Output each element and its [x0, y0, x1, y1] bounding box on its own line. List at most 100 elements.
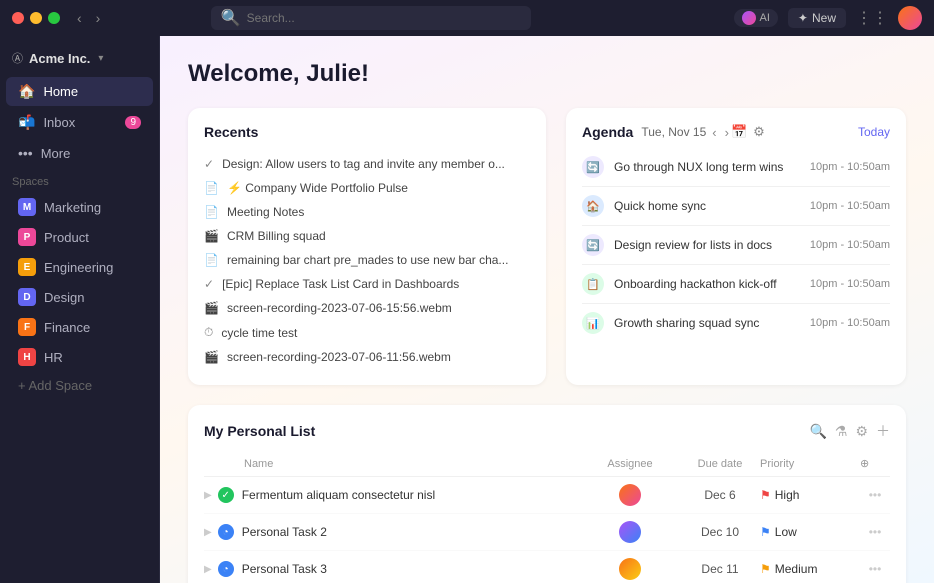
list-item[interactable]: ⏱ cycle time test: [204, 320, 530, 345]
list-item[interactable]: 🎬 screen-recording-2023-07-06-11:56.webm: [204, 345, 530, 369]
agenda-event[interactable]: 📊 Growth sharing squad sync 10pm - 10:50…: [582, 304, 890, 342]
close-button[interactable]: [12, 12, 24, 24]
column-header-priority: Priority: [760, 458, 860, 470]
sidebar-item-design[interactable]: D Design: [6, 283, 153, 311]
event-icon: 📋: [582, 273, 604, 295]
list-item[interactable]: 🎬 screen-recording-2023-07-06-15:56.webm: [204, 296, 530, 320]
sidebar-item-home[interactable]: 🏠 Home: [6, 77, 153, 106]
recents-card: Recents ✓ Design: Allow users to tag and…: [188, 108, 546, 385]
recent-item-text: screen-recording-2023-07-06-15:56.webm: [227, 301, 452, 315]
workspace-name: Acme Inc.: [29, 51, 90, 66]
list-actions: 🔍 ⚗ ⚙ ＋: [809, 421, 890, 441]
list-item[interactable]: ✓ [Epic] Replace Task List Card in Dashb…: [204, 272, 530, 296]
task-due-date: Dec 10: [680, 525, 760, 539]
search-bar[interactable]: 🔍: [211, 6, 531, 30]
sidebar-item-engineering[interactable]: E Engineering: [6, 253, 153, 281]
task-icon: ✓: [204, 157, 214, 171]
agenda-title: Agenda: [582, 124, 633, 140]
task-more-button[interactable]: •••: [860, 562, 890, 576]
sidebar-item-product[interactable]: P Product: [6, 223, 153, 251]
event-time: 10pm - 10:50am: [810, 161, 890, 173]
maximize-button[interactable]: [48, 12, 60, 24]
filter-button[interactable]: ⚗: [835, 423, 848, 440]
task-more-button[interactable]: •••: [860, 525, 890, 539]
expand-icon[interactable]: ▶: [204, 490, 212, 501]
grid-icon[interactable]: ⋮⋮: [856, 8, 888, 28]
sidebar-item-inbox[interactable]: 📬 Inbox 9: [6, 108, 153, 137]
agenda-calendar-icon[interactable]: 📅: [731, 124, 747, 140]
space-label: Product: [44, 230, 89, 245]
agenda-controls: Tue, Nov 15 ‹ ›: [641, 125, 731, 140]
list-item[interactable]: 🎬 CRM Billing squad: [204, 224, 530, 248]
back-button[interactable]: ‹: [72, 8, 87, 28]
table-row[interactable]: ▶ ◔ Personal Task 3 Dec 11 ⚑ Medium •••: [204, 551, 890, 583]
window-controls: [12, 12, 60, 24]
priority-flag-icon: ⚑: [760, 525, 771, 539]
sidebar-item-label: Home: [43, 84, 78, 99]
ai-label: AI: [760, 12, 770, 24]
agenda-event[interactable]: 📋 Onboarding hackathon kick-off 10pm - 1…: [582, 265, 890, 304]
titlebar-right: AI ✦ New ⋮⋮: [734, 6, 922, 30]
titlebar: ‹ › 🔍 AI ✦ New ⋮⋮: [0, 0, 934, 36]
recent-item-text: ⚡ Company Wide Portfolio Pulse: [227, 181, 408, 195]
assignee-avatar: [619, 521, 641, 543]
new-button[interactable]: ✦ New: [788, 8, 846, 28]
task-more-button[interactable]: •••: [860, 488, 890, 502]
agenda-event[interactable]: 🏠 Quick home sync 10pm - 10:50am: [582, 187, 890, 226]
sidebar-item-more[interactable]: ••• More: [6, 139, 153, 167]
design-icon: D: [18, 288, 36, 306]
event-time: 10pm - 10:50am: [810, 278, 890, 290]
task-status-in-progress[interactable]: ◔: [218, 524, 234, 540]
sidebar-item-hr[interactable]: H HR: [6, 343, 153, 371]
add-column-button[interactable]: ＋: [876, 421, 890, 441]
task-priority: ⚑ Medium: [760, 562, 860, 576]
workspace-switcher[interactable]: Ⓐ Acme Inc. ▾: [0, 44, 159, 72]
agenda-icons: 📅 ⚙: [731, 124, 765, 140]
priority-label: Medium: [775, 562, 818, 576]
sidebar-item-marketing[interactable]: M Marketing: [6, 193, 153, 221]
agenda-prev-button[interactable]: ‹: [710, 125, 718, 140]
task-status-done[interactable]: ✓: [218, 487, 234, 503]
product-icon: P: [18, 228, 36, 246]
list-item[interactable]: 📄 ⚡ Company Wide Portfolio Pulse: [204, 176, 530, 200]
settings-button[interactable]: ⚙: [855, 423, 868, 440]
agenda-event[interactable]: 🔄 Design review for lists in docs 10pm -…: [582, 226, 890, 265]
user-avatar[interactable]: [898, 6, 922, 30]
space-label: HR: [44, 350, 63, 365]
event-icon: 🔄: [582, 156, 604, 178]
event-icon: 🔄: [582, 234, 604, 256]
priority-label: Low: [775, 525, 797, 539]
list-item[interactable]: 📄 Meeting Notes: [204, 200, 530, 224]
agenda-next-button[interactable]: ›: [723, 125, 731, 140]
add-space-button[interactable]: + Add Space: [6, 373, 153, 398]
sidebar-item-finance[interactable]: F Finance: [6, 313, 153, 341]
minimize-button[interactable]: [30, 12, 42, 24]
agenda-event[interactable]: 🔄 Go through NUX long term wins 10pm - 1…: [582, 148, 890, 187]
expand-icon[interactable]: ▶: [204, 527, 212, 538]
event-name: Growth sharing squad sync: [614, 316, 800, 330]
agenda-settings-icon[interactable]: ⚙: [753, 124, 765, 140]
list-item[interactable]: 📄 remaining bar chart pre_mades to use n…: [204, 248, 530, 272]
expand-icon[interactable]: ▶: [204, 564, 212, 575]
recent-item-text: Meeting Notes: [227, 205, 304, 219]
search-input[interactable]: [247, 11, 521, 25]
search-tasks-button[interactable]: 🔍: [809, 423, 826, 440]
recent-item-text: cycle time test: [221, 326, 297, 340]
table-row[interactable]: ▶ ✓ Fermentum aliquam consectetur nisl D…: [204, 477, 890, 514]
task-priority: ⚑ Low: [760, 525, 860, 539]
task-status-in-progress[interactable]: ◔: [218, 561, 234, 577]
forward-button[interactable]: ›: [91, 8, 106, 28]
column-header-assignee: Assignee: [580, 458, 680, 470]
doc-icon: 📄: [204, 253, 219, 267]
task-name: Personal Task 2: [242, 525, 580, 539]
marketing-icon: M: [18, 198, 36, 216]
event-name: Go through NUX long term wins: [614, 160, 800, 174]
ai-badge[interactable]: AI: [734, 9, 778, 27]
recent-item-text: [Epic] Replace Task List Card in Dashboa…: [222, 277, 459, 291]
agenda-today-button[interactable]: Today: [858, 125, 890, 139]
event-name: Design review for lists in docs: [614, 238, 800, 252]
priority-flag-icon: ⚑: [760, 562, 771, 576]
table-row[interactable]: ▶ ◔ Personal Task 2 Dec 10 ⚑ Low •••: [204, 514, 890, 551]
agenda-header: Agenda Tue, Nov 15 ‹ › 📅 ⚙ Today: [582, 124, 890, 140]
list-item[interactable]: ✓ Design: Allow users to tag and invite …: [204, 152, 530, 176]
